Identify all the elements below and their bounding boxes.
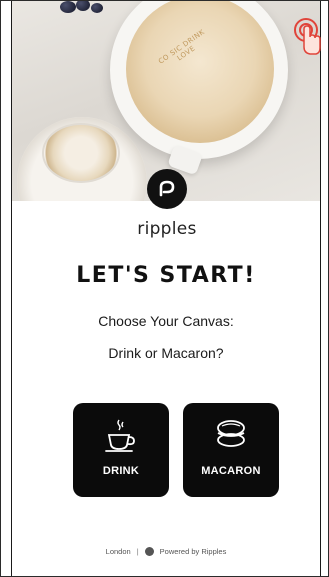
macaron-label: MACARON <box>201 465 261 477</box>
ripples-mini-logo-icon <box>144 547 154 556</box>
blueberry <box>91 3 103 13</box>
right-border <box>320 1 321 576</box>
subtitle-line-1: Choose Your Canvas: <box>98 313 234 329</box>
footer-separator: | <box>136 547 139 556</box>
macaron-button[interactable]: MACARON <box>183 403 279 497</box>
blueberry <box>60 1 76 13</box>
macaron-icon <box>183 417 279 457</box>
page-title: LET'S START! <box>76 263 256 288</box>
drink-button[interactable]: DRINK <box>73 403 169 497</box>
footer: London | Powered by Ripples <box>12 547 320 556</box>
coffee-cup-icon <box>73 417 169 457</box>
location-label: London <box>105 547 131 556</box>
ripples-logo-icon <box>147 169 187 209</box>
brand-name: ripples <box>137 219 197 239</box>
drink-label: DRINK <box>102 465 140 477</box>
app-frame: CO SIC DRINK LOVE ripples LET'S START! C… <box>0 0 329 577</box>
tap-gesture-icon[interactable] <box>292 17 322 57</box>
blueberry <box>76 1 90 11</box>
small-latte <box>42 123 120 183</box>
powered-by-label: Powered by Ripples <box>159 547 227 556</box>
subtitle-line-2: Drink or Macaron? <box>108 345 224 361</box>
